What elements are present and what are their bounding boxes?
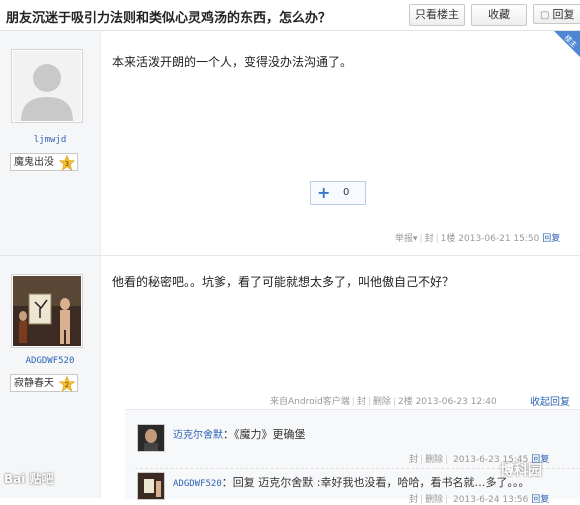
reply-avatar[interactable] — [137, 472, 165, 500]
reply-link[interactable]: 回复 — [531, 495, 549, 505]
badge-label: 魔鬼出没 — [14, 157, 54, 168]
delete-link[interactable]: 删除 — [425, 455, 443, 465]
post-date: 2013-06-23 12:40 — [415, 397, 497, 407]
reply-date: 2013-6-24 13:56 — [453, 495, 529, 505]
default-avatar-icon — [13, 51, 81, 121]
baidu-tieba-watermark: Bai 贴吧 — [4, 472, 54, 486]
only-op-button[interactable]: 只看楼主 — [409, 4, 465, 26]
reply-author[interactable]: 迈克尔舍默 — [173, 430, 223, 441]
post-date: 2013-06-21 15:50 — [458, 234, 540, 244]
level-number: 3 — [65, 160, 69, 168]
like-count: 0 — [343, 187, 350, 198]
post-floor-2: ADGDWF520 寂静春天 2 他看的秘密吧。。坑爹，看了可能就想太多了，叫他… — [0, 256, 580, 505]
painting-avatar-icon — [138, 473, 164, 499]
like-button[interactable]: + 0 — [310, 181, 366, 205]
level-star-icon: 2 — [59, 376, 75, 392]
level-badge[interactable]: 寂静春天 2 — [10, 374, 78, 392]
reply-text: ：回复 迈克尔舍默 :幸好我也没看，哈哈，看书名就…多了。。。 — [221, 476, 530, 489]
reply-button[interactable]: ▢ 回复 — [533, 4, 580, 24]
reply-text-row: ADGDWF520：回复 迈克尔舍默 :幸好我也没看，哈哈，看书名就…多了。。。 — [173, 474, 529, 490]
floor-number: 2楼 — [397, 397, 413, 407]
post-tail: 举报▾ | 封 | 1楼 2013-06-21 15:50 回复 — [395, 234, 561, 244]
report-link[interactable]: 举报▾ — [395, 234, 418, 244]
painting-avatar-icon — [13, 276, 81, 346]
block-link[interactable]: 封 — [425, 234, 434, 244]
collapse-replies-link[interactable]: 收起回复 — [530, 393, 570, 408]
thread-header: 朋友沉迷于吸引力法则和类似心灵鸡汤的东西，怎么办？ 只看楼主 收藏 ▢ 回复 — [0, 0, 580, 31]
reply-author[interactable]: ADGDWF520 — [173, 479, 222, 489]
level-number: 2 — [65, 381, 69, 389]
author-name[interactable]: ljmwjd — [0, 135, 100, 145]
floor-number: 1楼 — [440, 234, 456, 244]
portrait-avatar-icon — [138, 425, 164, 451]
post-floor-1: ljmwjd 魔鬼出没 3 楼主 本来活泼开朗的一个人，变得没办法沟通了。 + … — [0, 31, 580, 255]
delete-link[interactable]: 删除 — [425, 495, 443, 505]
author-sidebar: ljmwjd 魔鬼出没 3 — [0, 31, 101, 255]
block-link[interactable]: 封 — [357, 397, 366, 407]
reply-link[interactable]: 回复 — [542, 234, 560, 244]
speech-bubble-icon: ▢ — [540, 10, 550, 21]
author-name[interactable]: ADGDWF520 — [0, 356, 100, 366]
reply-meta: 封 | 删除 | 2013-6-24 13:56 回复 — [409, 495, 550, 505]
post-content: 他看的秘密吧。。坑爹，看了可能就想太多了，叫他傲自己不好？ — [112, 275, 455, 289]
reply-button-label: 回复 — [552, 8, 575, 21]
reply-text-row: 迈克尔舍默：《魔力》更确堡 — [173, 426, 306, 442]
op-ribbon: 楼主 — [548, 31, 580, 63]
avatar[interactable] — [11, 49, 83, 123]
client-source[interactable]: 来自Android客户端 — [270, 397, 350, 407]
author-sidebar: ADGDWF520 寂静春天 2 — [0, 256, 101, 498]
delete-link[interactable]: 删除 — [373, 397, 391, 407]
reply-text: ：《魔力》更确堡 — [223, 428, 306, 441]
plus-icon: + — [317, 183, 331, 202]
post-content: 本来活泼开朗的一个人，变得没办法沟通了。 — [112, 55, 353, 69]
block-link[interactable]: 封 — [409, 455, 418, 465]
level-star-icon: 3 — [59, 155, 75, 171]
badge-label: 寂静春天 — [14, 378, 54, 389]
sub-replies: 迈克尔舍默：《魔力》更确堡 封 | 删除 | 2013-6-23 15:45 回复 A… — [125, 409, 580, 505]
site-watermark: 博科园 — [500, 463, 542, 479]
post-tail: 来自Android客户端 | 封 | 删除 | 2楼 2013-06-23 12:40 — [270, 397, 497, 407]
thread-title: 朋友沉迷于吸引力法则和类似心灵鸡汤的东西，怎么办？ — [6, 11, 332, 26]
favorite-button[interactable]: 收藏 — [471, 4, 527, 26]
block-link[interactable]: 封 — [409, 495, 418, 505]
reply-avatar[interactable] — [137, 424, 165, 452]
avatar[interactable] — [11, 274, 83, 348]
level-badge[interactable]: 魔鬼出没 3 — [10, 153, 78, 171]
